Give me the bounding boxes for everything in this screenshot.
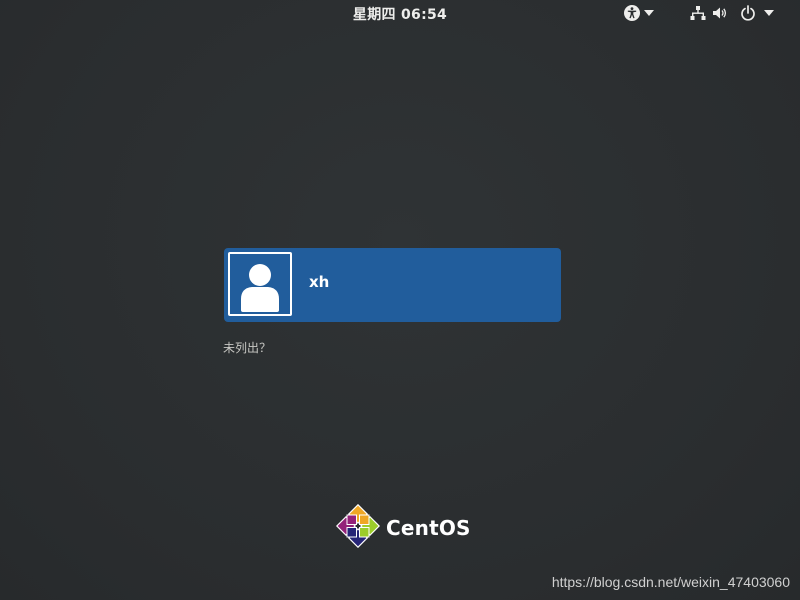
- accessibility-menu[interactable]: [622, 3, 656, 23]
- watermark: https://blog.csdn.net/weixin_47403060: [551, 574, 790, 590]
- system-menu[interactable]: [688, 3, 776, 23]
- power-icon: [738, 3, 758, 23]
- user-avatar-icon: [228, 252, 292, 316]
- logo-text: CentOS: [386, 516, 471, 540]
- not-listed-link[interactable]: 未列出？: [223, 339, 271, 356]
- login-screen: 星期四 06:54 xh 未列出？ CentOS https://blog.cs…: [0, 0, 800, 600]
- user-name: xh: [309, 273, 330, 291]
- chevron-down-icon[interactable]: [642, 3, 656, 23]
- centos-logo-icon: [335, 503, 381, 552]
- top-bar: 星期四 06:54: [0, 0, 800, 26]
- chevron-down-icon[interactable]: [762, 3, 776, 23]
- centos-logo: CentOS: [335, 503, 471, 552]
- clock[interactable]: 星期四 06:54: [0, 4, 800, 24]
- user-list-item[interactable]: xh: [224, 248, 561, 322]
- volume-icon: [710, 3, 730, 23]
- accessibility-icon[interactable]: [622, 3, 642, 23]
- network-wired-icon: [688, 3, 708, 23]
